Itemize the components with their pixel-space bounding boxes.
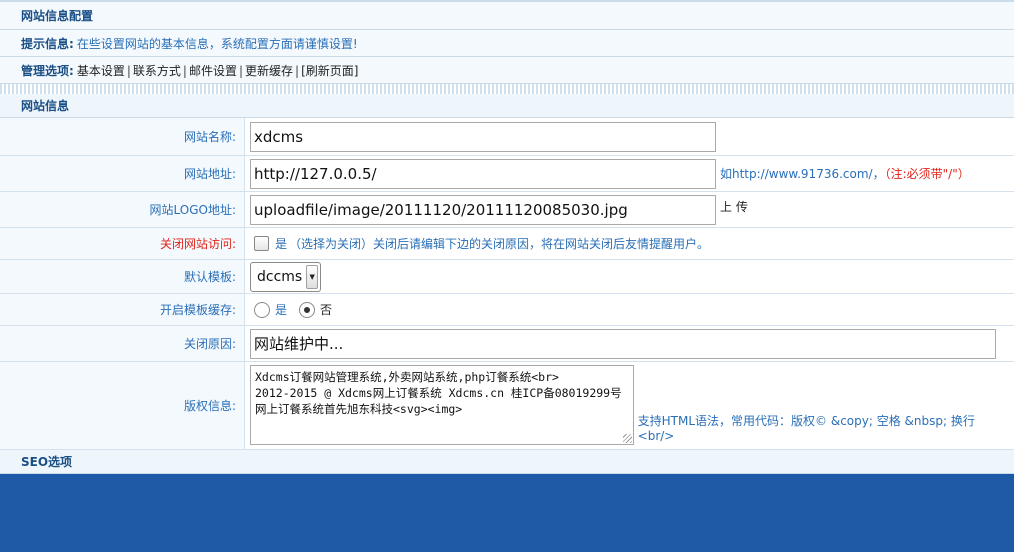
row-logo: 网站LOGO地址: uploadfile/image/20111120/2011… bbox=[0, 192, 1014, 228]
resize-grip-icon[interactable] bbox=[622, 434, 632, 443]
manage-bar: 管理选项: 基本设置 | 联系方式 | 邮件设置 | 更新缓存 | [刷新页面] bbox=[0, 57, 1014, 84]
close-site-label: 关闭网站访问: bbox=[0, 228, 245, 259]
site-url-hint-required: （注:必须带"/"） bbox=[884, 167, 970, 181]
close-reason-input[interactable]: 网站维护中... bbox=[250, 328, 996, 359]
menu-contact[interactable]: 联系方式 bbox=[133, 64, 181, 78]
template-label: 默认模板: bbox=[0, 260, 245, 293]
site-name-label: 网站名称: bbox=[0, 118, 245, 155]
page-header: 网站信息配置 bbox=[0, 2, 1014, 30]
template-select[interactable]: dccms ▼ bbox=[250, 261, 322, 292]
site-name-input[interactable]: xdcms bbox=[250, 121, 716, 152]
logo-input[interactable]: uploadfile/image/20111120/20111120085030… bbox=[250, 194, 716, 225]
template-selected: dccms bbox=[257, 268, 303, 285]
tip-text: 在些设置网站的基本信息，系统配置方面请谨慎设置! bbox=[76, 36, 358, 51]
row-close-site: 关闭网站访问: 是 （选择为关闭）关闭后请编辑下边的关闭原因，将在网站关闭后友情… bbox=[0, 228, 1014, 260]
template-cache-label: 开启模板缓存: bbox=[0, 294, 245, 325]
menu-refresh-page[interactable]: [刷新页面] bbox=[301, 64, 358, 78]
radio-selected-dot bbox=[304, 306, 311, 313]
copyright-hint: 支持HTML语法，常用代码：版权© &copy; 空格 &nbsp; 换行 <b… bbox=[637, 414, 975, 443]
site-url-hint: 如http://www.91736.com/，（注:必须带"/"） bbox=[720, 167, 970, 181]
close-site-checkbox[interactable] bbox=[254, 236, 269, 251]
manage-label: 管理选项: bbox=[21, 63, 74, 78]
logo-label: 网站LOGO地址: bbox=[0, 192, 245, 227]
row-close-reason: 关闭原因: 网站维护中... bbox=[0, 326, 1014, 362]
menu-basic-settings[interactable]: 基本设置 bbox=[77, 64, 125, 78]
divider-stripe bbox=[0, 84, 1014, 94]
page-title: 网站信息配置 bbox=[21, 9, 94, 23]
tip-bar: 提示信息: 在些设置网站的基本信息，系统配置方面请谨慎设置! bbox=[0, 30, 1014, 57]
manage-menu: 基本设置 | 联系方式 | 邮件设置 | 更新缓存 | [刷新页面] bbox=[76, 63, 359, 78]
row-template-cache: 开启模板缓存: 是 否 bbox=[0, 294, 1014, 326]
row-copyright: 版权信息: Xdcms订餐网站管理系统,外卖网站系统,php订餐系统<br> 2… bbox=[0, 362, 1014, 450]
menu-mail-settings[interactable]: 邮件设置 bbox=[189, 64, 237, 78]
site-url-label: 网站地址: bbox=[0, 156, 245, 191]
seo-section-title: SEO选项 bbox=[21, 455, 73, 469]
site-url-input[interactable]: http://127.0.0.5/ bbox=[250, 158, 716, 189]
copyright-textarea[interactable]: Xdcms订餐网站管理系统,外卖网站系统,php订餐系统<br> 2012-20… bbox=[250, 365, 634, 445]
close-site-option: 是 bbox=[275, 237, 288, 251]
template-cache-no-radio[interactable] bbox=[299, 301, 316, 318]
footer-band bbox=[0, 474, 1014, 552]
template-cache-yes-radio[interactable] bbox=[254, 301, 270, 318]
template-cache-no-label: 否 bbox=[320, 303, 333, 317]
menu-update-cache[interactable]: 更新缓存 bbox=[245, 64, 293, 78]
close-reason-label: 关闭原因: bbox=[0, 326, 245, 361]
close-site-hint: （选择为关闭）关闭后请编辑下边的关闭原因，将在网站关闭后友情提醒用户。 bbox=[289, 237, 710, 251]
section-site-info: 网站信息 bbox=[0, 94, 1014, 118]
row-site-url: 网站地址: http://127.0.0.5/ 如http://www.9173… bbox=[0, 156, 1014, 192]
section-seo: SEO选项 bbox=[0, 450, 1014, 474]
tip-label: 提示信息: bbox=[21, 36, 74, 51]
dropdown-arrow-icon: ▼ bbox=[306, 264, 319, 289]
copyright-label: 版权信息: bbox=[0, 362, 245, 449]
section-title: 网站信息 bbox=[21, 99, 70, 113]
template-cache-yes-label: 是 bbox=[275, 303, 288, 317]
upload-link[interactable]: 上 传 bbox=[720, 198, 748, 215]
row-site-name: 网站名称: xdcms bbox=[0, 118, 1014, 156]
row-template: 默认模板: dccms ▼ bbox=[0, 260, 1014, 294]
